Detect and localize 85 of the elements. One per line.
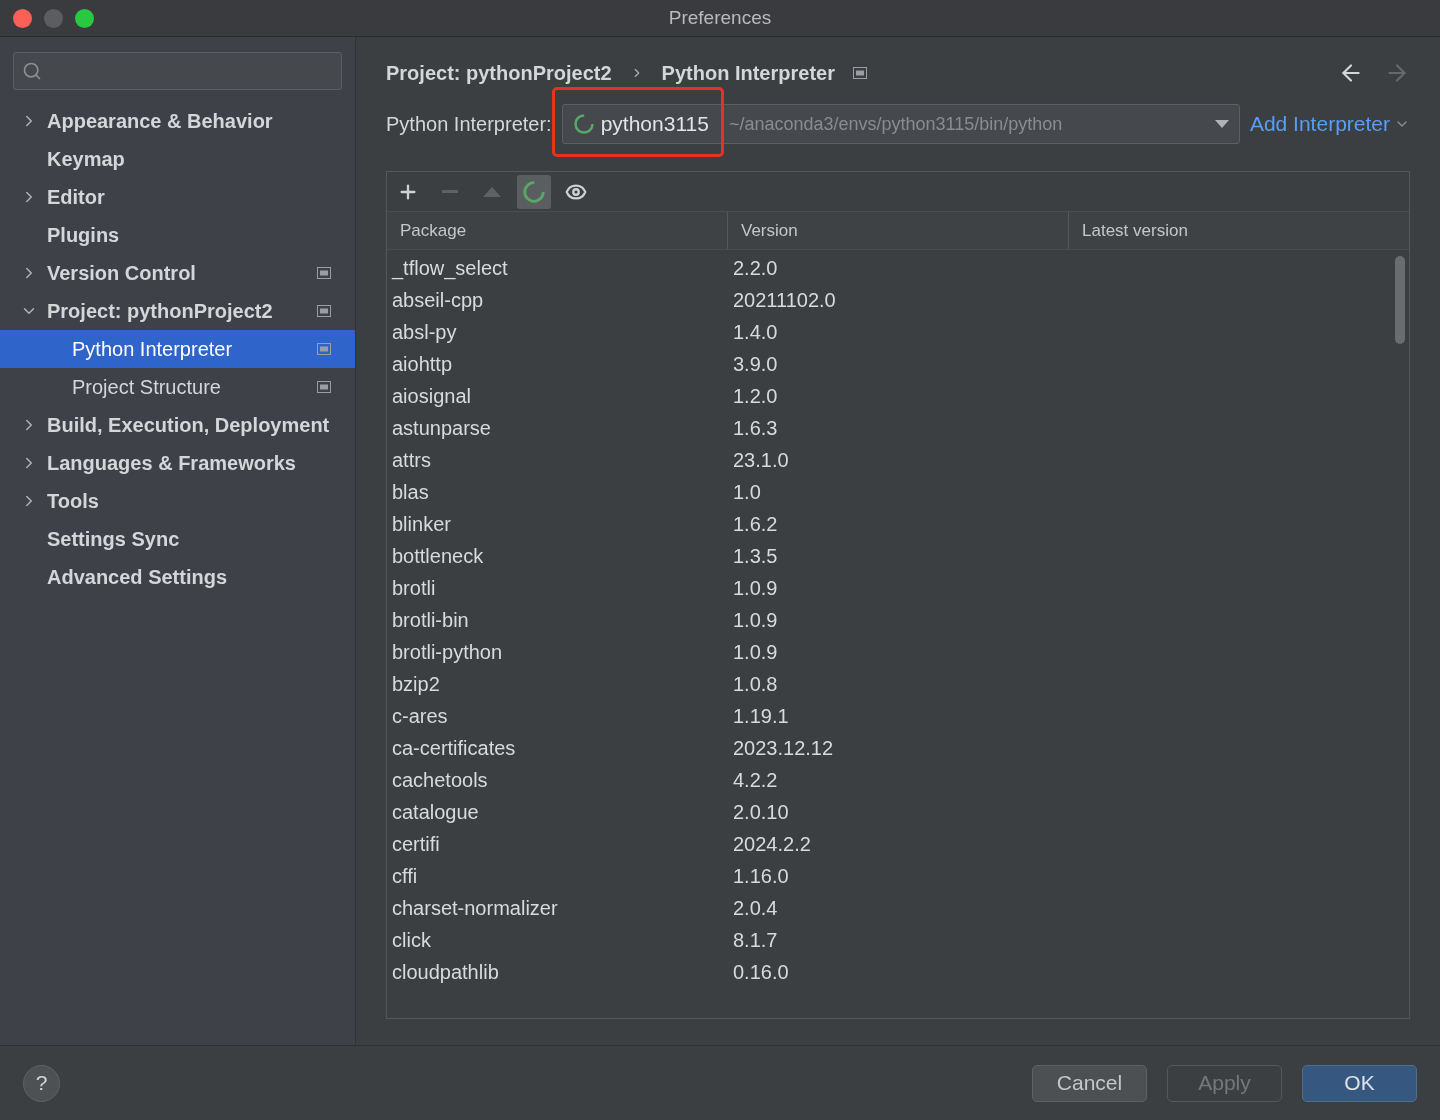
table-cell-text: astunparse: [391, 416, 492, 441]
table-cell-text: 0.16.0: [732, 960, 790, 985]
table-cell-text: cloudpathlib: [391, 960, 500, 985]
zoom-window-icon[interactable]: [75, 8, 94, 28]
interpreter-path: ~/anaconda3/envs/python3115/bin/python: [728, 112, 1064, 136]
table-cell-text: brotli-bin: [391, 608, 470, 633]
table-cell-text: 2.0.10: [732, 800, 790, 825]
scrollbar-thumb[interactable]: [1395, 256, 1405, 344]
sidebar-item[interactable]: Settings Sync: [0, 520, 355, 558]
table-cell-text: abseil-cpp: [391, 288, 485, 313]
table-cell-text: cffi: [391, 864, 419, 889]
triangle-up-icon: [483, 186, 501, 197]
sidebar-item[interactable]: Languages & Frameworks: [0, 444, 355, 482]
table-cell-text: 1.6.2: [732, 512, 779, 537]
close-window-icon[interactable]: [13, 8, 32, 28]
table-cell-text: c-ares: [391, 704, 449, 729]
toolbar-button[interactable]: [517, 174, 551, 209]
table-cell-text: brotli-python: [391, 640, 504, 665]
table-cell-text: 1.0.8: [732, 672, 779, 697]
loading-icon: [572, 113, 595, 135]
add-interpreter-link[interactable]: Add Interpreter: [1249, 108, 1410, 140]
sidebar-item[interactable]: Project: pythonProject2: [0, 292, 355, 330]
sidebar-item[interactable]: Python Interpreter: [0, 330, 355, 368]
dropdown-arrow-icon: [1214, 120, 1229, 128]
interpreter-dropdown[interactable]: python3115 ~/anaconda3/envs/python3115/bin/python: [561, 104, 1240, 144]
dialog-button[interactable]: OK: [1302, 1064, 1417, 1102]
dialog-button[interactable]: Cancel: [1032, 1064, 1147, 1102]
table-cell-text: 2024.2.2: [732, 832, 812, 857]
table-cell-text: 8.1.7: [732, 928, 779, 953]
table-cell-text: 20211102.0: [732, 288, 837, 313]
minus-icon: [442, 190, 458, 193]
table-cell-text: attrs: [391, 448, 432, 473]
table-cell-text: 1.0.9: [732, 608, 779, 633]
sidebar-item[interactable]: Project Structure: [0, 368, 355, 406]
table-cell-text: 2.2.0: [732, 256, 779, 281]
table-cell-text: brotli: [391, 576, 437, 601]
window-title: Preferences: [668, 5, 772, 30]
table-cell-text: absl-py: [391, 320, 458, 345]
interpreter-name: python3115: [600, 111, 709, 138]
breadcrumb-item[interactable]: Project: pythonProject2: [386, 58, 612, 88]
table-cell-text: 1.16.0: [732, 864, 790, 889]
table-cell-text: 1.0.9: [732, 576, 779, 601]
table-cell-text: cachetools: [391, 768, 489, 793]
sidebar-item[interactable]: Advanced Settings: [0, 558, 355, 596]
table-cell-text: 1.0: [732, 480, 762, 505]
loading-icon: [522, 179, 546, 204]
table-cell-text: blas: [391, 480, 430, 505]
breadcrumb-item: Python Interpreter: [661, 61, 835, 86]
sidebar-item[interactable]: Version Control: [0, 254, 355, 292]
table-cell-text: 2.0.4: [732, 896, 779, 921]
project-scope-icon: [852, 67, 867, 79]
table-cell-text: ca-certificates: [391, 736, 517, 761]
sidebar-item[interactable]: Build, Execution, Deployment: [0, 406, 355, 444]
table-cell-text: 1.3.5: [732, 544, 779, 569]
help-button[interactable]: ?: [23, 1064, 60, 1102]
table-cell-text: 23.1.0: [732, 448, 790, 473]
column-header[interactable]: Package: [387, 212, 728, 249]
sidebar-item[interactable]: Appearance & Behavior: [0, 102, 355, 140]
search-icon: [22, 61, 42, 81]
table-cell-text: aiosignal: [391, 384, 472, 409]
table-cell-text: _tflow_select: [390, 256, 509, 282]
table-cell-text: 1.4.0: [732, 320, 779, 345]
interpreter-label: Python Interpreter:: [386, 112, 552, 137]
table-cell-text: bottleneck: [391, 544, 485, 569]
table-cell-text: 2023.12.12: [732, 736, 835, 761]
table-cell-text: 1.19.1: [732, 704, 790, 729]
table-cell-text: bzip2: [391, 672, 441, 697]
table-cell-text: 1.6.3: [732, 416, 779, 441]
table-cell-text: 1.0.9: [732, 640, 779, 665]
table-cell-text: catalogue: [391, 800, 480, 825]
sidebar-item[interactable]: Keymap: [0, 140, 355, 178]
table-cell-text: aiohttp: [391, 352, 454, 377]
column-header[interactable]: Latest version: [1069, 212, 1409, 249]
sidebar-item[interactable]: Editor: [0, 178, 355, 216]
table-cell-text: blinker: [391, 512, 452, 537]
sidebar-item[interactable]: Tools: [0, 482, 355, 520]
table-cell-text: 4.2.2: [732, 768, 779, 793]
column-header[interactable]: Version: [728, 212, 1069, 249]
table-cell-text: charset-normalizer: [391, 896, 559, 921]
table-cell-text: certifi: [391, 832, 441, 857]
sidebar-item[interactable]: Plugins: [0, 216, 355, 254]
search-field[interactable]: [13, 52, 342, 90]
table-cell-text: 3.9.0: [732, 352, 779, 377]
table-cell-text: 1.2.0: [732, 384, 779, 409]
table-cell-text: click: [391, 928, 432, 953]
